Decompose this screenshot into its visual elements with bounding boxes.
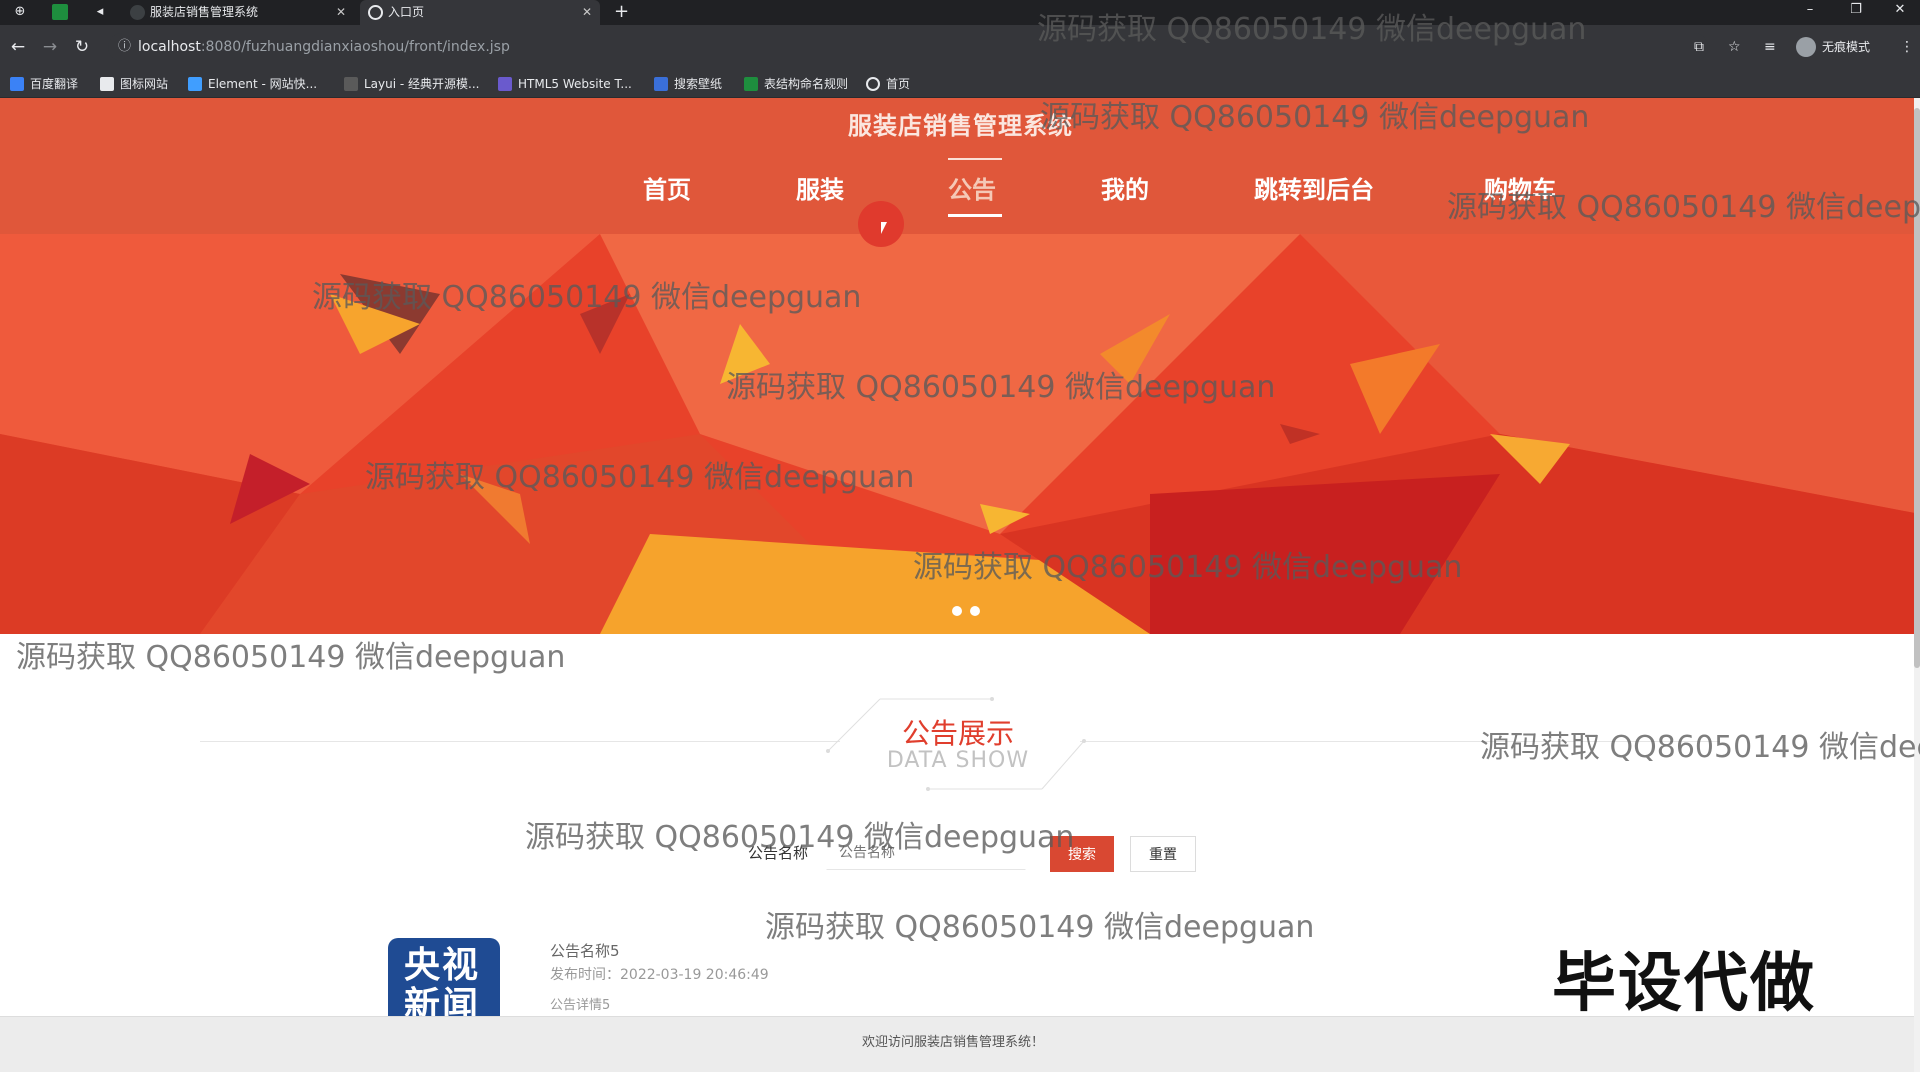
banner-polygons bbox=[0, 234, 1920, 634]
bookmark-label: 图标网站 bbox=[120, 77, 169, 91]
bookmark-item[interactable]: Element - 网站快... bbox=[188, 75, 317, 93]
close-icon[interactable]: ✕ bbox=[582, 0, 592, 25]
scrollbar-thumb[interactable] bbox=[1914, 108, 1920, 668]
browser-menu-icon[interactable]: ⊕ bbox=[12, 4, 28, 20]
active-nav-underline bbox=[948, 214, 1002, 217]
site-footer: 欢迎访问服装店销售管理系统！ bbox=[0, 1016, 1920, 1072]
notice-publish-time: 发布时间：2022-03-19 20:46:49 bbox=[550, 967, 769, 983]
globe-icon bbox=[368, 5, 383, 20]
url-host: localhost bbox=[138, 39, 201, 55]
nav-notice[interactable]: 公告 bbox=[948, 170, 996, 205]
incognito-indicator[interactable]: 无痕模式 bbox=[1796, 34, 1870, 60]
section-subtitle: DATA SHOW bbox=[886, 748, 1030, 773]
bookmark-label: HTML5 Website T... bbox=[518, 77, 632, 91]
reading-list-icon[interactable]: ≡ bbox=[1764, 37, 1776, 57]
new-tab-button[interactable]: + bbox=[614, 0, 629, 24]
site-info-icon[interactable]: ⓘ bbox=[118, 33, 131, 61]
section-divider-left bbox=[200, 741, 840, 742]
nav-cart[interactable]: 购物车 bbox=[1484, 170, 1556, 205]
bookmark-star-icon[interactable]: ☆ bbox=[1728, 37, 1741, 57]
minimize-button[interactable]: – bbox=[1790, 0, 1830, 20]
carousel-dot-2[interactable] bbox=[970, 606, 980, 616]
section-title: 公告展示 bbox=[901, 717, 1014, 750]
flag-icon bbox=[100, 77, 114, 91]
translate-icon[interactable]: ⧉ bbox=[1694, 37, 1704, 57]
reload-button[interactable]: ↻ bbox=[70, 35, 94, 59]
page-root: ⊕ ◂ 服装店销售管理系统 ✕ 入口页 ✕ + – ❐ ✕ ← → ↻ ⓘ lo… bbox=[0, 0, 1920, 1072]
bookmark-label: 表结构命名规则 bbox=[764, 77, 849, 91]
globe-icon bbox=[866, 77, 880, 91]
watermark: 源码获取 QQ86050149 微信deepguan bbox=[765, 910, 1315, 945]
translate-bookmark-icon bbox=[10, 77, 24, 91]
search-button[interactable]: 搜索 bbox=[1050, 836, 1114, 872]
bookmark-item[interactable]: 搜索壁纸 bbox=[654, 75, 722, 93]
site-title: 服装店销售管理系统 bbox=[848, 112, 1073, 140]
bookmark-item[interactable]: 表结构命名规则 bbox=[744, 75, 848, 93]
active-nav-top-line bbox=[948, 158, 1002, 160]
bookmark-item[interactable]: 图标网站 bbox=[100, 75, 168, 93]
layui-logo-icon bbox=[344, 77, 358, 91]
forward-button[interactable]: → bbox=[38, 35, 62, 59]
tab-grid-icon[interactable] bbox=[52, 4, 68, 20]
page-scrollbar[interactable] bbox=[1914, 98, 1920, 1072]
tab-sales-system[interactable]: 服装店销售管理系统 ✕ bbox=[122, 0, 354, 25]
bookmark-label: 首页 bbox=[886, 77, 911, 91]
hero-banner[interactable] bbox=[0, 234, 1920, 634]
bookmark-label: 百度翻译 bbox=[30, 77, 79, 91]
mouse-pointer-icon bbox=[881, 222, 893, 234]
footer-text: 欢迎访问服装店销售管理系统！ bbox=[861, 1035, 1044, 1050]
section-divider-right bbox=[1080, 741, 1720, 742]
sheet-icon bbox=[744, 77, 758, 91]
incognito-label: 无痕模式 bbox=[1822, 40, 1871, 54]
watermark: 源码获取 QQ86050149 微信deepguan bbox=[16, 640, 566, 675]
tab-entry-page[interactable]: 入口页 ✕ bbox=[360, 0, 600, 25]
bookmark-label: 搜索壁纸 bbox=[674, 77, 723, 91]
bookmark-label: Layui - 经典开源模... bbox=[364, 77, 480, 91]
bookmark-item[interactable]: Layui - 经典开源模... bbox=[344, 75, 479, 93]
more-menu-icon[interactable]: ⋮ bbox=[1900, 37, 1914, 57]
window-close-button[interactable]: ✕ bbox=[1880, 0, 1920, 20]
nav-clothing[interactable]: 服装 bbox=[796, 170, 844, 205]
close-icon[interactable]: ✕ bbox=[336, 0, 346, 25]
carousel-dot-1[interactable] bbox=[952, 606, 962, 616]
browser-tab-strip: ⊕ ◂ 服装店销售管理系统 ✕ 入口页 ✕ + – ❐ ✕ bbox=[0, 0, 1920, 25]
element-logo-icon bbox=[188, 77, 202, 91]
nav-mine[interactable]: 我的 bbox=[1101, 170, 1149, 205]
bookmark-item[interactable]: HTML5 Website T... bbox=[498, 75, 632, 93]
search-label: 公告名称 bbox=[748, 844, 809, 862]
browser-toolbar: ← → ↻ ⓘ localhost:8080/fuzhuangdianxiaos… bbox=[0, 25, 1920, 69]
address-bar[interactable]: ⓘ localhost:8080/fuzhuangdianxiaoshou/fr… bbox=[108, 33, 1708, 61]
wallpaper-icon bbox=[654, 77, 668, 91]
incognito-icon bbox=[1796, 37, 1816, 57]
site-header: 服装店销售管理系统 首页 服装 公告 我的 跳转到后台 购物车 bbox=[0, 98, 1920, 234]
tab-title: 入口页 bbox=[388, 5, 425, 19]
watermark: 源码获取 QQ86050149 微信deepguan bbox=[1480, 730, 1920, 765]
html5-icon bbox=[498, 77, 512, 91]
restore-button[interactable]: ❐ bbox=[1836, 0, 1876, 20]
back-button[interactable]: ← bbox=[6, 35, 30, 59]
thumbnail-logo-text: 央视新闻 bbox=[404, 945, 481, 1019]
bookmark-item[interactable]: 百度翻译 bbox=[10, 75, 78, 93]
notice-name[interactable]: 公告名称5 bbox=[550, 940, 620, 961]
overlay-stamp: 毕设代做 bbox=[1552, 947, 1816, 1021]
url-path: :8080/fuzhuangdianxiaoshou/front/index.j… bbox=[200, 39, 510, 55]
notice-thumbnail[interactable]: 央视新闻 bbox=[388, 938, 500, 1018]
bookmark-item[interactable]: 首页 bbox=[866, 75, 910, 93]
notice-detail: 公告详情5 bbox=[550, 998, 611, 1013]
reset-button[interactable]: 重置 bbox=[1130, 836, 1196, 872]
nav-admin[interactable]: 跳转到后台 bbox=[1254, 170, 1374, 205]
speaker-icon[interactable]: ◂ bbox=[92, 4, 108, 20]
notice-name-input[interactable] bbox=[826, 836, 1026, 870]
tab-title: 服装店销售管理系统 bbox=[150, 5, 259, 19]
bookmark-label: Element - 网站快... bbox=[208, 77, 318, 91]
bookmarks-bar: 百度翻译 图标网站 Element - 网站快... Layui - 经典开源模… bbox=[0, 69, 1920, 98]
nav-home[interactable]: 首页 bbox=[643, 170, 691, 205]
tab-favicon-icon bbox=[130, 5, 145, 20]
